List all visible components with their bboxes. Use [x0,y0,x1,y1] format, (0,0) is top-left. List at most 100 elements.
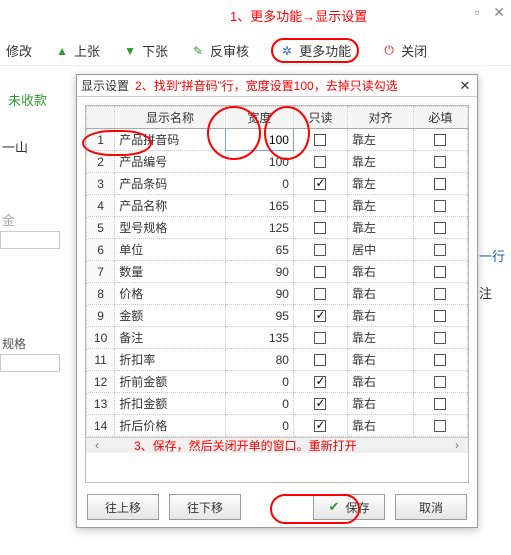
checkbox-icon[interactable] [314,134,326,146]
cell-align[interactable]: 靠右 [348,283,414,305]
edit-button[interactable]: 修改 [6,41,32,60]
checkbox-icon[interactable] [314,354,326,366]
checkbox-icon[interactable] [314,332,326,344]
grid-horizontal-scrollbar[interactable]: ‹ 3、保存，然后关闭开单的窗口。重新打开 › [86,437,468,453]
cell-readonly[interactable] [293,261,347,283]
cell-name[interactable]: 产品拼音码 [115,129,226,151]
cell-required[interactable] [413,415,467,437]
checkbox-icon[interactable] [314,244,326,256]
checkbox-icon[interactable] [314,288,326,300]
cell-name[interactable]: 金额 [115,305,226,327]
checkbox-icon[interactable] [434,420,446,432]
col-readonly[interactable]: 只读 [293,107,347,129]
table-row[interactable]: 11折扣率80靠右 [87,349,468,371]
cell-readonly[interactable] [293,415,347,437]
table-row[interactable]: 10备注135靠左 [87,327,468,349]
cell-name[interactable]: 产品条码 [115,173,226,195]
cell-name[interactable]: 单位 [115,239,226,261]
cell-name[interactable]: 折后价格 [115,415,226,437]
table-row[interactable]: 12折前金额0靠右 [87,371,468,393]
cell-align[interactable]: 靠右 [348,393,414,415]
cell-required[interactable] [413,217,467,239]
settings-grid[interactable]: 显示名称 宽度 只读 对齐 必填 1产品拼音码100靠左2产品编号100靠左3产… [86,106,468,437]
table-row[interactable]: 13折扣金额0靠右 [87,393,468,415]
table-row[interactable]: 1产品拼音码100靠左 [87,129,468,151]
checkbox-icon[interactable] [314,178,326,190]
dialog-close-icon[interactable]: ✕ [457,78,473,94]
cell-align[interactable]: 靠左 [348,327,414,349]
move-down-button[interactable]: 往下移 [169,494,241,520]
checkbox-icon[interactable] [434,244,446,256]
cell-readonly[interactable] [293,371,347,393]
checkbox-icon[interactable] [434,134,446,146]
cell-width[interactable]: 90 [225,283,293,305]
cell-align[interactable]: 靠右 [348,261,414,283]
checkbox-icon[interactable] [314,310,326,322]
cell-name[interactable]: 型号规格 [115,217,226,239]
cell-required[interactable] [413,239,467,261]
checkbox-icon[interactable] [434,222,446,234]
cell-required[interactable] [413,349,467,371]
cell-readonly[interactable] [293,195,347,217]
checkbox-icon[interactable] [314,266,326,278]
cell-required[interactable] [413,393,467,415]
cell-align[interactable]: 靠左 [348,151,414,173]
table-row[interactable]: 2产品编号100靠左 [87,151,468,173]
cell-required[interactable] [413,327,467,349]
table-row[interactable]: 14折后价格0靠右 [87,415,468,437]
table-row[interactable]: 8价格90靠右 [87,283,468,305]
checkbox-icon[interactable] [434,376,446,388]
cell-width[interactable]: 125 [225,217,293,239]
table-row[interactable]: 4产品名称165靠左 [87,195,468,217]
close-button[interactable]: ⏻ 关闭 [381,41,427,60]
col-width[interactable]: 宽度 [225,107,293,129]
cell-name[interactable]: 折扣金额 [115,393,226,415]
cell-align[interactable]: 靠右 [348,371,414,393]
bg-xing[interactable]: 一行 [479,246,507,265]
scroll-right-icon[interactable]: › [450,440,464,452]
cell-readonly[interactable] [293,151,347,173]
cell-readonly[interactable] [293,217,347,239]
cell-align[interactable]: 靠左 [348,217,414,239]
cell-required[interactable] [413,261,467,283]
checkbox-icon[interactable] [434,178,446,190]
window-restore-icon[interactable]: ▫ [474,4,479,21]
cell-width[interactable]: 0 [225,415,293,437]
cell-required[interactable] [413,173,467,195]
cell-required[interactable] [413,283,467,305]
col-align[interactable]: 对齐 [348,107,414,129]
scroll-left-icon[interactable]: ‹ [90,440,104,452]
checkbox-icon[interactable] [434,310,446,322]
checkbox-icon[interactable] [314,222,326,234]
cell-name[interactable]: 数量 [115,261,226,283]
cell-width[interactable]: 165 [225,195,293,217]
table-row[interactable]: 9金额95靠右 [87,305,468,327]
cell-readonly[interactable] [293,239,347,261]
checkbox-icon[interactable] [434,156,446,168]
cell-align[interactable]: 靠左 [348,129,414,151]
checkbox-icon[interactable] [434,200,446,212]
cell-readonly[interactable] [293,283,347,305]
cell-width[interactable]: 0 [225,371,293,393]
cell-required[interactable] [413,129,467,151]
col-required[interactable]: 必填 [413,107,467,129]
cell-width[interactable]: 100 [225,151,293,173]
cell-name[interactable]: 备注 [115,327,226,349]
cell-readonly[interactable] [293,305,347,327]
table-row[interactable]: 5型号规格125靠左 [87,217,468,239]
cell-align[interactable]: 靠右 [348,349,414,371]
cell-name[interactable]: 产品编号 [115,151,226,173]
cell-required[interactable] [413,305,467,327]
cell-align[interactable]: 靠右 [348,305,414,327]
cell-width[interactable]: 90 [225,261,293,283]
cell-width[interactable]: 100 [225,129,293,151]
cell-width[interactable]: 0 [225,393,293,415]
save-button[interactable]: ✔ 保存 [313,494,385,520]
cell-required[interactable] [413,371,467,393]
cell-name[interactable]: 折前金额 [115,371,226,393]
cancel-button[interactable]: 取消 [395,494,467,520]
table-row[interactable]: 7数量90靠右 [87,261,468,283]
prev-button[interactable]: ▲ 上张 [54,41,100,60]
checkbox-icon[interactable] [314,156,326,168]
checkbox-icon[interactable] [434,288,446,300]
